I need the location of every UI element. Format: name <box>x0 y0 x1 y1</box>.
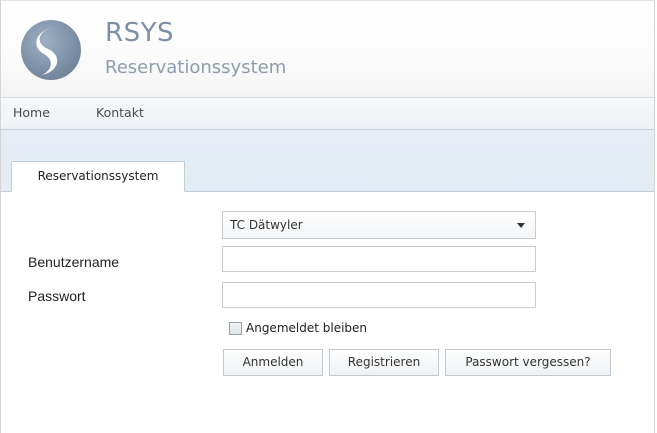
forgot-password-button[interactable]: Passwort vergessen? <box>445 349 611 376</box>
password-field[interactable] <box>222 282 536 308</box>
club-select-value: TC Dätwyler <box>230 218 303 232</box>
remember-me-label: Angemeldet bleiben <box>246 321 368 335</box>
club-select[interactable]: TC Dätwyler <box>222 211 536 239</box>
nav-item-kontakt[interactable]: Kontakt <box>96 105 144 120</box>
tab-strip: Reservationssystem <box>1 130 654 192</box>
tab-reservationssystem[interactable]: Reservationssystem <box>11 161 185 192</box>
remember-me[interactable]: Angemeldet bleiben <box>229 320 367 336</box>
username-label: Benutzername <box>28 254 120 270</box>
main-nav: Home Kontakt <box>1 97 654 130</box>
rsys-logo-icon <box>21 20 81 80</box>
login-button[interactable]: Anmelden <box>223 349 323 376</box>
register-button[interactable]: Registrieren <box>329 349 439 376</box>
brand-title: RSYS <box>105 18 174 48</box>
page: RSYS Reservationssystem Home Kontakt Res… <box>0 0 655 433</box>
brand-subtitle: Reservationssystem <box>105 57 287 78</box>
username-field[interactable] <box>222 246 536 272</box>
nav-item-home[interactable]: Home <box>13 105 50 120</box>
app-header: RSYS Reservationssystem <box>1 0 654 97</box>
password-label: Passwort <box>28 288 86 304</box>
chevron-down-icon <box>517 223 525 228</box>
remember-me-checkbox[interactable] <box>229 321 242 335</box>
